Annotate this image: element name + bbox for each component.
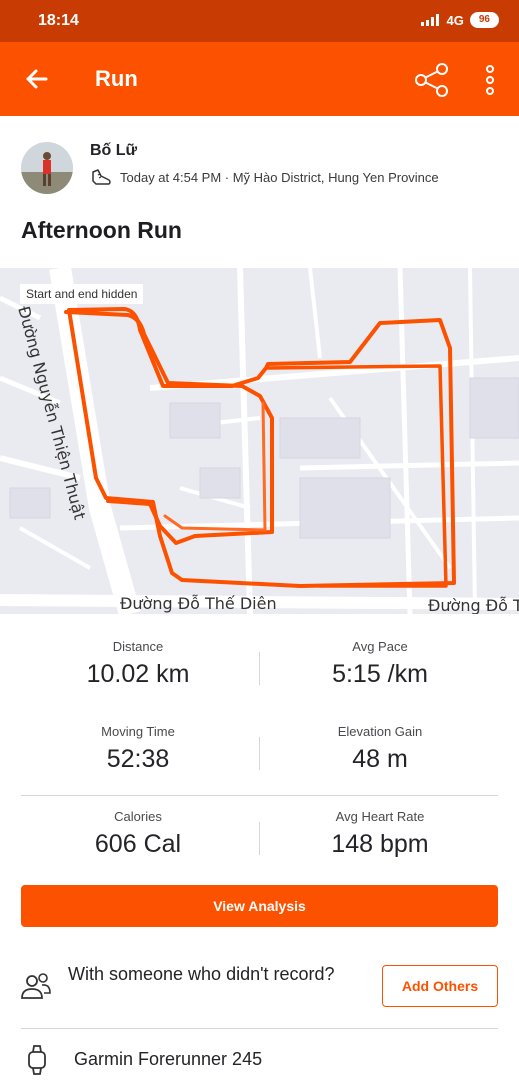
divider xyxy=(21,795,498,796)
route-map[interactable]: Đường Nguyễn Thiện Thuật Đường Đỗ Thế Di… xyxy=(0,268,519,614)
route-line xyxy=(64,307,456,588)
stat-label: Elevation Gain xyxy=(337,724,423,739)
shoe-icon xyxy=(92,169,111,185)
stat-value: 148 bpm xyxy=(331,830,429,858)
more-vertical-icon[interactable] xyxy=(478,62,502,98)
status-bar: 18:14 4G 96 xyxy=(0,0,519,42)
divider xyxy=(259,652,260,685)
stat-moving-time: Moving Time 52:38 xyxy=(28,724,248,774)
view-analysis-button[interactable]: View Analysis xyxy=(21,885,498,927)
with-someone-prompt: With someone who didn't record? xyxy=(68,964,335,984)
stat-value: 52:38 xyxy=(106,745,170,773)
device-name: Garmin Forerunner 245 xyxy=(74,1049,263,1069)
app-bar: Run xyxy=(0,42,519,116)
people-icon xyxy=(21,973,51,999)
start-end-hidden-badge: Start and end hidden xyxy=(20,284,144,304)
stat-value: 606 Cal xyxy=(94,830,182,858)
stat-elevation-gain: Elevation Gain 48 m xyxy=(270,724,490,774)
avatar[interactable] xyxy=(21,142,73,194)
stat-distance: Distance 10.02 km xyxy=(28,639,248,689)
activity-title: Afternoon Run xyxy=(21,217,182,243)
stat-label: Avg Heart Rate xyxy=(335,809,425,824)
athlete-name[interactable]: Bố Lữ xyxy=(90,142,137,160)
status-time: 18:14 xyxy=(38,12,79,29)
stat-label: Avg Pace xyxy=(352,639,408,654)
stat-label: Calories xyxy=(114,809,162,824)
stat-value: 10.02 km xyxy=(86,660,190,688)
page-title: Run xyxy=(95,66,138,91)
activity-meta: Today at 4:54 PM · Mỹ Hào District, Hung… xyxy=(120,170,439,185)
stat-label: Distance xyxy=(112,639,164,654)
signal-icon xyxy=(420,14,439,26)
divider xyxy=(259,737,260,770)
status-indicators: 4G 96 xyxy=(420,12,499,28)
stat-label: Moving Time xyxy=(101,724,175,739)
share-icon[interactable] xyxy=(414,62,450,98)
stat-value: 48 m xyxy=(352,745,408,773)
back-arrow-icon[interactable] xyxy=(20,62,54,96)
add-others-button[interactable]: Add Others xyxy=(382,965,498,1007)
divider xyxy=(21,1028,498,1029)
watch-icon xyxy=(28,1045,46,1075)
street-label-2: Đường Đỗ Thế Diên xyxy=(120,594,277,613)
divider xyxy=(259,822,260,855)
stat-calories: Calories 606 Cal xyxy=(28,809,248,859)
stat-value: 5:15 /km xyxy=(332,660,428,688)
battery-icon: 96 xyxy=(469,12,499,28)
stat-avg-heart-rate: Avg Heart Rate 148 bpm xyxy=(270,809,490,859)
stat-avg-pace: Avg Pace 5:15 /km xyxy=(270,639,490,689)
network-label: 4G xyxy=(446,12,464,28)
street-label-3: Đường Đỗ T xyxy=(428,596,519,614)
